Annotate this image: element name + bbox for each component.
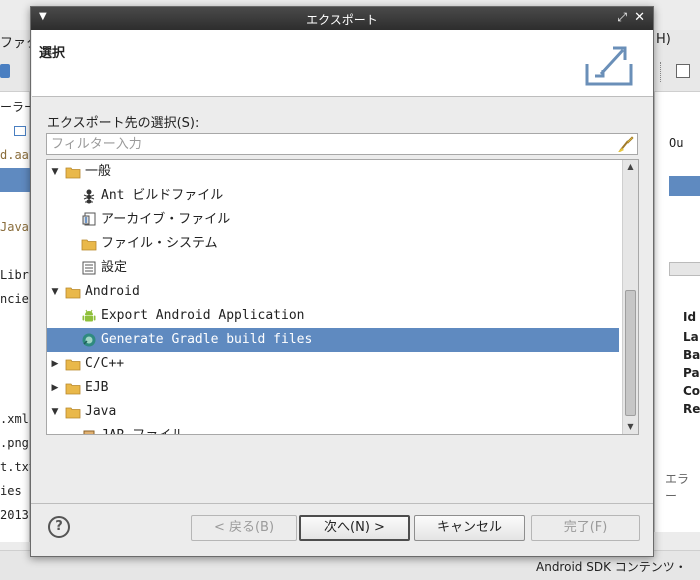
tree-item-general[interactable]: ▼ 一般: [47, 160, 619, 184]
tree-item-cpp[interactable]: ▶ C/C++: [47, 352, 619, 376]
scroll-up-icon[interactable]: ▲: [623, 160, 638, 174]
folder-icon: [65, 359, 81, 371]
dialog-title: エクスポート: [306, 13, 378, 27]
tree-item-label: JAR ファイル: [101, 424, 184, 434]
expand-toggle-icon[interactable]: ▼: [49, 280, 61, 304]
tree-item-ant-buildfile[interactable]: Ant ビルドファイル: [47, 184, 619, 208]
ant-icon: [83, 189, 95, 204]
export-wizard-tree[interactable]: ▼ 一般 Ant ビルドファイル アーカイブ・ファイル ファイル・システム 設定…: [46, 159, 639, 435]
scroll-thumb[interactable]: [625, 290, 636, 416]
tree-item-label: ファイル・システム: [101, 236, 218, 251]
ide-package-explorer: ーラー d.aa Java Libr ncies .xml .png t.txt…: [0, 92, 36, 542]
export-wizard-icon: [585, 46, 633, 86]
cancel-button[interactable]: キャンセル: [414, 515, 525, 541]
tree-item-label: 一般: [85, 164, 112, 179]
collapse-icon[interactable]: [14, 126, 26, 136]
export-dialog: ▼ エクスポート ⤢ ✕ 選択 エクスポート先の選択(S): ▼: [30, 6, 654, 557]
perspective-icon[interactable]: [676, 64, 690, 78]
tree-item-label: Android: [85, 284, 140, 299]
page-title: 選択: [39, 46, 66, 61]
filter-input[interactable]: [47, 134, 607, 154]
explorer-line[interactable]: .xml: [0, 412, 29, 426]
button-bar-separator: [31, 503, 653, 504]
tree-item-android[interactable]: ▼ Android: [47, 280, 619, 304]
folder-icon: [81, 239, 97, 251]
property-label: Re: [683, 402, 700, 416]
next-button[interactable]: 次へ(N) >: [299, 515, 410, 541]
folder-icon: [65, 287, 81, 299]
maximize-icon[interactable]: ⤢: [617, 10, 627, 25]
preferences-icon: [82, 261, 96, 275]
tree-item-label: Java: [85, 404, 117, 419]
property-label: Pa: [683, 366, 700, 380]
help-button[interactable]: ?: [48, 516, 70, 538]
outline-line[interactable]: Ou: [669, 136, 683, 150]
ide-menu-help-fragment[interactable]: H): [656, 32, 671, 47]
explorer-line[interactable]: .png: [0, 436, 29, 450]
ide-outline-panel: Ou Id La Ba Pa Co Re エラー: [654, 92, 700, 532]
explorer-selection[interactable]: [0, 168, 30, 192]
folder-icon: [65, 407, 81, 419]
close-icon[interactable]: ✕: [634, 10, 645, 25]
tree-item-generate-gradle[interactable]: Generate Gradle build files: [47, 328, 619, 352]
expand-toggle-icon[interactable]: ▼: [49, 400, 61, 424]
property-label: La: [683, 330, 699, 344]
outline-scrollbar[interactable]: [669, 262, 700, 276]
folder-icon: [65, 383, 81, 395]
tree-item-label: Export Android Application: [101, 308, 305, 323]
clear-filter-icon[interactable]: [616, 135, 634, 153]
select-destination-label: エクスポート先の選択(S):: [47, 116, 200, 131]
collapse-toggle-icon[interactable]: ▶: [49, 352, 61, 376]
explorer-line[interactable]: d.aa: [0, 148, 29, 162]
explorer-line[interactable]: Java: [0, 220, 29, 234]
property-label: Co: [683, 384, 700, 398]
dialog-header: 選択: [32, 30, 653, 97]
outline-selection[interactable]: [669, 176, 700, 196]
back-button[interactable]: < 戻る(B): [191, 515, 297, 541]
toolbar-separator: [660, 62, 668, 82]
dialog-titlebar[interactable]: ▼ エクスポート ⤢ ✕: [31, 7, 653, 30]
tree-item-ejb[interactable]: ▶ EJB: [47, 376, 619, 400]
tree-item-export-android-app[interactable]: Export Android Application: [47, 304, 619, 328]
tree-item-label: EJB: [85, 380, 109, 395]
finish-button[interactable]: 完了(F): [531, 515, 640, 541]
problems-tab[interactable]: エラー: [665, 470, 700, 504]
property-label: Id: [683, 310, 697, 324]
folder-icon: [65, 167, 81, 179]
archive-icon: [82, 212, 96, 226]
ide-toolbar-icon[interactable]: [0, 64, 10, 78]
tree-item-preferences[interactable]: 設定: [47, 256, 619, 280]
tree-item-label: アーカイブ・ファイル: [101, 212, 231, 227]
expand-toggle-icon[interactable]: ▼: [49, 160, 61, 184]
status-text: Android SDK コンテンツ・: [536, 560, 687, 574]
explorer-line[interactable]: ies: [0, 484, 22, 498]
collapse-toggle-icon[interactable]: ▶: [49, 376, 61, 400]
tree-item-label: C/C++: [85, 356, 125, 371]
property-label: Ba: [683, 348, 700, 362]
tree-item-label: Ant ビルドファイル: [101, 188, 224, 203]
explorer-line[interactable]: Libr: [0, 268, 29, 282]
tree-item-archive-file[interactable]: アーカイブ・ファイル: [47, 208, 619, 232]
tree-item-label: 設定: [101, 260, 128, 275]
tree-item-java[interactable]: ▼ Java: [47, 400, 619, 424]
tree-vertical-scrollbar[interactable]: ▲ ▼: [622, 160, 638, 434]
explorer-line[interactable]: 2013: [0, 508, 29, 522]
tree-item-label: Generate Gradle build files: [101, 332, 313, 347]
gradle-icon: [82, 333, 96, 347]
android-icon: [82, 309, 96, 322]
tree-item-file-system[interactable]: ファイル・システム: [47, 232, 619, 256]
tree-item-jar-file[interactable]: JAR ファイル: [47, 424, 619, 434]
jar-icon: [83, 430, 95, 434]
filter-field[interactable]: [46, 133, 638, 155]
scroll-down-icon[interactable]: ▼: [623, 420, 638, 434]
